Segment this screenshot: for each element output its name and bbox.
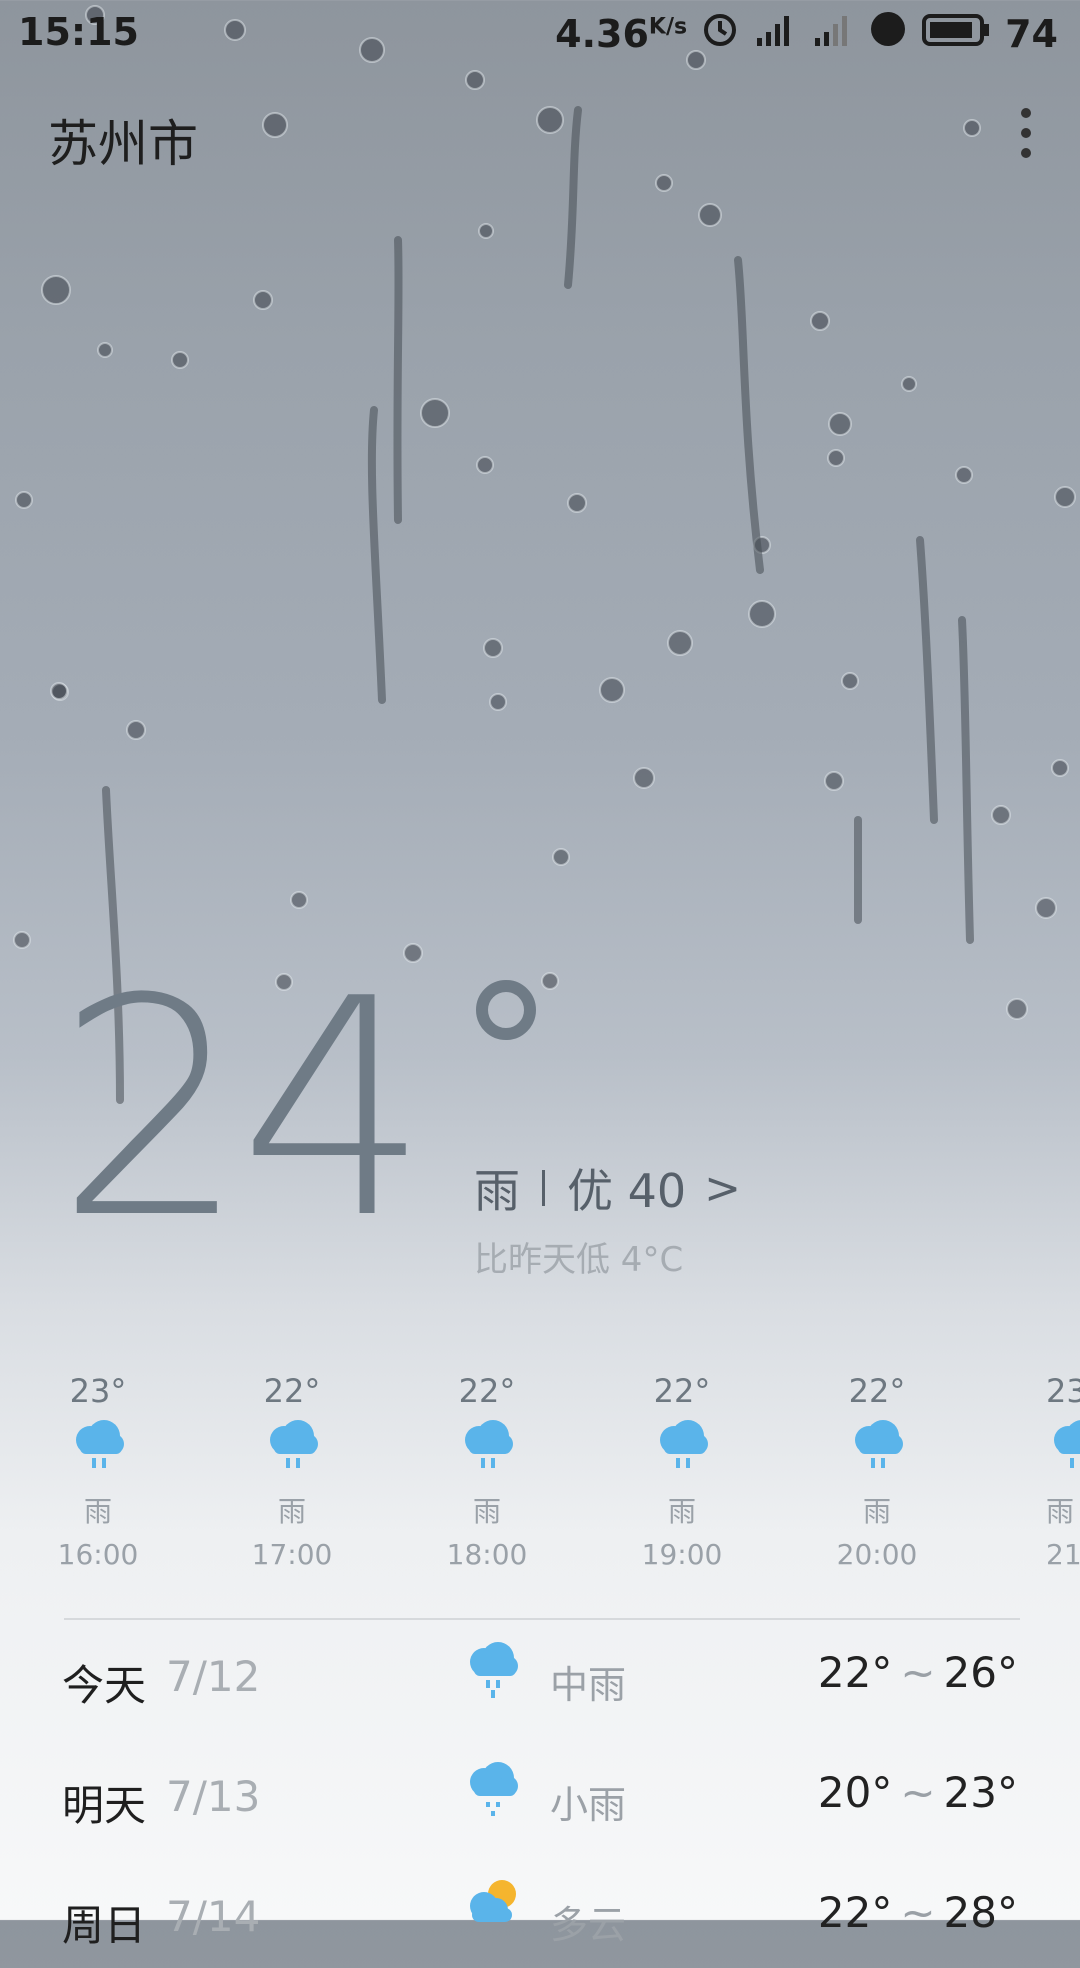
hourly-item: 23° 雨 16:00 — [18, 1372, 178, 1571]
hd-call-icon — [869, 10, 907, 57]
hourly-item: 22° 雨 18:00 — [407, 1372, 567, 1571]
hourly-item: 23° 雨 21:00 — [990, 1372, 1080, 1571]
daily-row[interactable]: 明天 7/13 小雨 20° ~23° — [0, 1748, 1080, 1848]
signal-4g-icon — [753, 10, 797, 57]
rain-cloud-icon — [462, 1636, 522, 1710]
dot-icon — [1021, 108, 1031, 118]
city-name[interactable]: 苏州市 — [48, 104, 198, 176]
hourly-item: 22° 雨 20:00 — [797, 1372, 957, 1571]
hourly-forecast[interactable]: 23° 雨 16:00 22° 雨 17:00 22° 雨 18:00 22° … — [0, 1372, 1080, 1572]
rain-cloud-icon — [18, 1416, 178, 1486]
network-speed: 4.36K/s — [555, 11, 688, 56]
hourly-item: 22° 雨 19:00 — [602, 1372, 762, 1571]
rain-cloud-icon — [1046, 1416, 1080, 1486]
current-condition: 雨 — [474, 1164, 520, 1218]
hourly-item: 22° 雨 17:00 — [212, 1372, 372, 1571]
rain-cloud-icon — [797, 1416, 957, 1486]
rain-cloud-icon — [212, 1416, 372, 1486]
battery-level: 74 — [1005, 11, 1058, 56]
light-rain-cloud-icon — [462, 1756, 522, 1830]
degree-symbol-icon — [476, 980, 536, 1040]
dot-icon — [1021, 148, 1031, 158]
status-bar: 15:15 4.36K/s 74 — [0, 0, 1080, 66]
separator — [542, 1170, 545, 1206]
more-options-button[interactable] — [1012, 108, 1040, 168]
current-condition-row[interactable]: 雨 优 40 > — [474, 1155, 741, 1221]
temperature-compare: 比昨天低 4°C — [474, 1240, 684, 1280]
dot-icon — [1021, 128, 1031, 138]
partly-cloudy-icon — [462, 1876, 522, 1950]
divider — [64, 1618, 1020, 1620]
rain-cloud-icon — [602, 1416, 762, 1486]
daily-row[interactable]: 今天 7/12 中雨 22° ~26° — [0, 1628, 1080, 1728]
status-time: 15:15 — [18, 10, 139, 54]
rain-cloud-icon — [407, 1416, 567, 1486]
battery-icon — [921, 10, 991, 57]
air-quality: 优 40 — [567, 1164, 687, 1218]
chevron-right-icon: > — [704, 1162, 742, 1214]
signal-3g-icon — [811, 10, 855, 57]
status-right: 4.36K/s 74 — [555, 10, 1058, 57]
current-temperature: 24 — [56, 960, 536, 1260]
daily-row[interactable]: 周日 7/14 多云 22° ~28° — [0, 1868, 1080, 1968]
alarm-icon — [701, 10, 739, 57]
